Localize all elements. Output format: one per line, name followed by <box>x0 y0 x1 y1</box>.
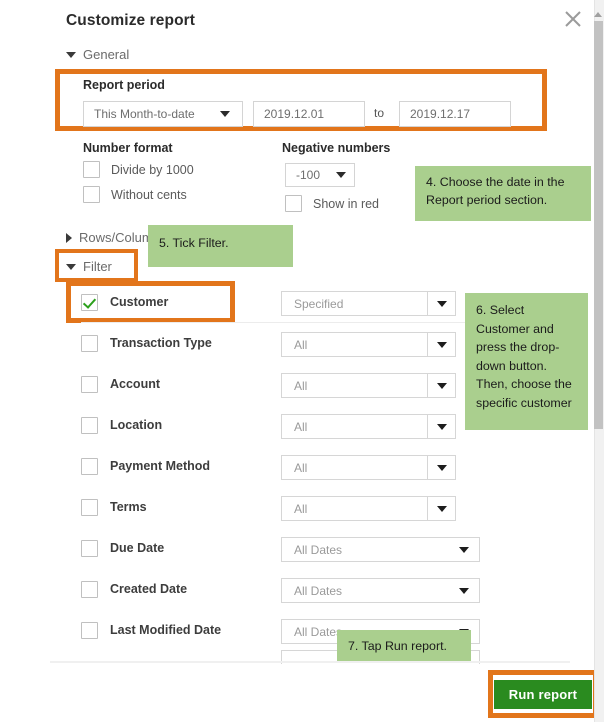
filter-dropdown-value: All Dates <box>294 583 343 598</box>
chevron-up-icon[interactable] <box>594 10 603 19</box>
filter-dropdown-value: All <box>294 419 308 434</box>
callout-step-6: 6. Select Customer and press the drop-do… <box>465 293 588 430</box>
filter-checkbox-transaction-type[interactable] <box>81 335 98 352</box>
filter-checkbox-last-modified-date[interactable] <box>81 622 98 639</box>
report-period-to-input[interactable]: 2019.12.17 <box>399 101 511 127</box>
negative-numbers-title: Negative numbers <box>282 141 391 155</box>
chevron-down-icon[interactable] <box>427 292 455 315</box>
negative-numbers-select[interactable]: -100 <box>285 163 355 187</box>
checkbox-divide-by-1000[interactable]: Divide by 1000 <box>83 161 194 178</box>
section-header-general[interactable]: General <box>66 47 129 62</box>
callout-step-5: 5. Tick Filter. <box>148 225 293 267</box>
filter-checkbox-due-date[interactable] <box>81 540 98 557</box>
filter-label: Last Modified Date <box>110 623 222 637</box>
filter-dropdown-account[interactable]: All <box>281 373 456 398</box>
section-header-filter[interactable]: Filter <box>66 259 112 274</box>
report-period-preset-value: This Month-to-date <box>94 107 195 121</box>
scrollbar-thumb[interactable] <box>594 21 603 429</box>
filter-label: Terms <box>110 500 147 514</box>
filter-dropdown-location[interactable]: All <box>281 414 456 439</box>
report-period-label: Report period <box>83 78 165 92</box>
checkbox-without-cents[interactable]: Without cents <box>83 186 187 203</box>
filter-checkbox-terms[interactable] <box>81 499 98 516</box>
checkbox-label: Show in red <box>313 196 380 211</box>
run-report-button[interactable]: Run report <box>494 680 592 709</box>
filter-dropdown-value: All <box>294 501 308 516</box>
chevron-down-icon <box>66 263 76 270</box>
close-icon[interactable] <box>563 9 583 29</box>
negative-numbers-value: -100 <box>296 168 321 182</box>
footer-divider <box>50 661 570 663</box>
filter-dropdown-value: All <box>294 378 308 393</box>
filter-row-terms: Terms All <box>0 487 593 528</box>
filter-row-payment-method: Payment Method All <box>0 446 593 487</box>
filter-dropdown-created-date[interactable]: All Dates <box>281 578 480 603</box>
customize-report-dialog: Customize report General Report period T… <box>0 0 598 722</box>
filter-checkbox-account[interactable] <box>81 376 98 393</box>
filter-dropdown-value: Specified <box>294 296 344 311</box>
filter-label: Customer <box>110 295 169 309</box>
filter-label: Due Date <box>110 541 165 555</box>
filter-checkbox-created-date[interactable] <box>81 581 98 598</box>
filter-row-last-modified-date: Last Modified Date All Dates <box>0 610 593 651</box>
section-label-filter: Filter <box>83 259 112 274</box>
filter-checkbox-customer[interactable] <box>81 294 98 311</box>
checkbox-label: Without cents <box>111 187 187 202</box>
checkbox-label: Divide by 1000 <box>111 162 194 177</box>
checkbox-box <box>83 186 100 203</box>
chevron-down-icon <box>66 51 76 58</box>
filter-dropdown-transaction-type[interactable]: All <box>281 332 456 357</box>
filter-row-due-date: Due Date All Dates <box>0 528 593 569</box>
checkbox-box <box>83 161 100 178</box>
report-period-preset-select[interactable]: This Month-to-date <box>83 101 243 127</box>
chevron-right-icon <box>66 232 72 243</box>
chevron-down-icon[interactable] <box>427 497 455 520</box>
report-period-from-input[interactable]: 2019.12.01 <box>253 101 365 127</box>
page-title: Customize report <box>66 12 196 29</box>
filter-label: Transaction Type <box>110 336 212 350</box>
checkbox-box <box>285 195 302 212</box>
customize-report-screen: Customize report General Report period T… <box>0 0 604 722</box>
callout-step-7: 7. Tap Run report. <box>337 630 471 661</box>
callout-step-4: 4. Choose the date in the Report period … <box>415 166 591 221</box>
filter-label: Account <box>110 377 160 391</box>
chevron-down-icon <box>336 172 346 178</box>
filter-dropdown-value: All <box>294 337 308 352</box>
filter-dropdown-payment-method[interactable]: All <box>281 455 456 480</box>
filter-label: Created Date <box>110 582 188 596</box>
filter-checkbox-payment-method[interactable] <box>81 458 98 475</box>
filter-dropdown-customer[interactable]: Specified <box>281 291 456 316</box>
filter-dropdown-value: All <box>294 460 308 475</box>
filter-dropdown-value: All Dates <box>294 542 343 557</box>
chevron-down-icon[interactable] <box>449 538 479 561</box>
chevron-down-icon[interactable] <box>427 415 455 438</box>
vertical-scrollbar[interactable] <box>594 0 604 722</box>
report-period-to-label: to <box>374 106 385 120</box>
chevron-down-icon[interactable] <box>427 333 455 356</box>
filter-label: Location <box>110 418 163 432</box>
chevron-down-icon[interactable] <box>427 374 455 397</box>
filter-dropdown-due-date[interactable]: All Dates <box>281 537 480 562</box>
filter-checkbox-location[interactable] <box>81 417 98 434</box>
checkbox-show-in-red[interactable]: Show in red <box>285 195 379 212</box>
section-label-general: General <box>83 47 130 62</box>
chevron-down-icon <box>220 111 230 117</box>
chevron-down-icon[interactable] <box>449 579 479 602</box>
filter-label: Payment Method <box>110 459 211 473</box>
chevron-down-icon[interactable] <box>427 456 455 479</box>
number-format-title: Number format <box>83 141 173 155</box>
filter-row-created-date: Created Date All Dates <box>0 569 593 610</box>
filter-dropdown-terms[interactable]: All <box>281 496 456 521</box>
